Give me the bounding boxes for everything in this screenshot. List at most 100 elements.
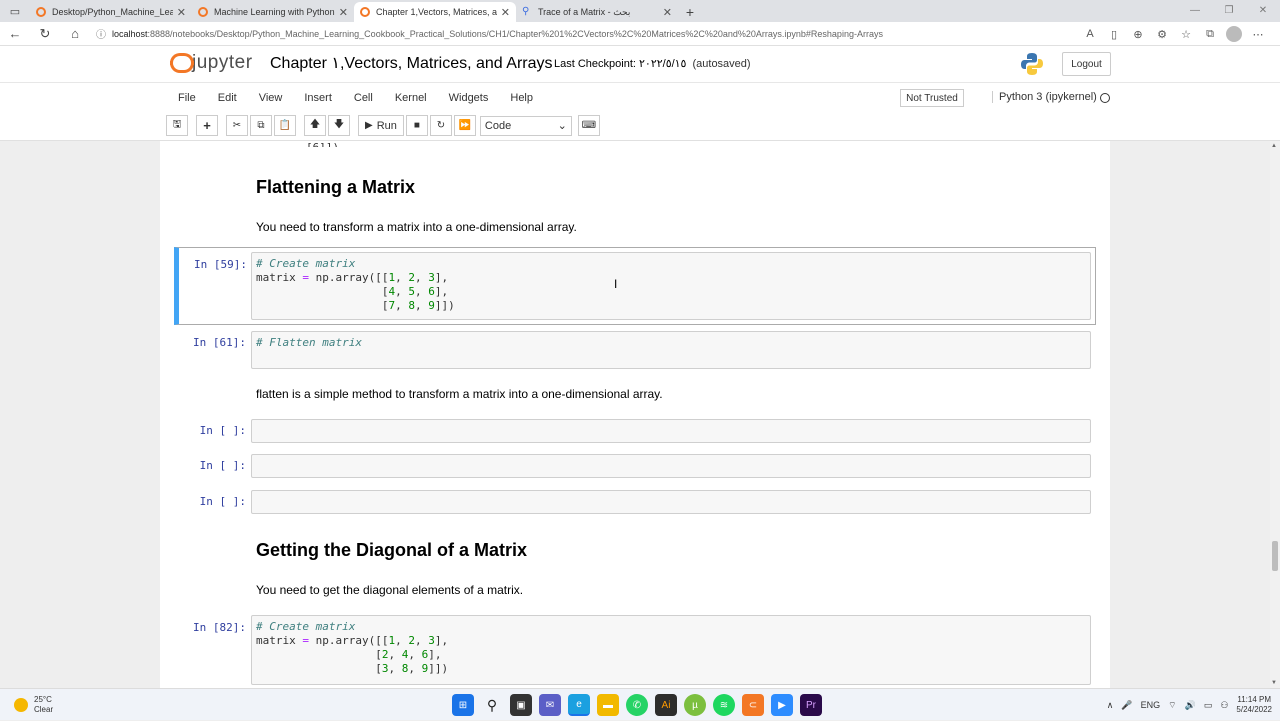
zoom-icon[interactable]: ⊕ bbox=[1126, 28, 1150, 41]
menu-file[interactable]: File bbox=[178, 92, 196, 104]
browser-tab-3[interactable]: Chapter 1,Vectors, Matrices, and ✕ bbox=[354, 2, 516, 22]
jupyter-icon bbox=[198, 7, 208, 17]
minimize-icon[interactable]: — bbox=[1178, 0, 1212, 22]
home-icon[interactable]: ⌂ bbox=[60, 26, 90, 41]
restart-run-all-icon[interactable]: ⏩ bbox=[453, 115, 476, 136]
spotify-icon[interactable]: ≋ bbox=[713, 694, 735, 716]
close-icon[interactable]: ✕ bbox=[177, 6, 186, 19]
read-aloud-icon[interactable]: A bbox=[1078, 28, 1102, 40]
menu-insert[interactable]: Insert bbox=[304, 92, 332, 104]
search-icon[interactable]: ⚲ bbox=[481, 694, 503, 716]
code-input[interactable] bbox=[251, 490, 1091, 514]
premiere-icon[interactable]: Pr bbox=[800, 694, 822, 716]
weather-widget[interactable]: 25°C Clear bbox=[14, 695, 53, 715]
code-cell-82[interactable]: In [82]: # Create matrix matrix = np.arr… bbox=[174, 615, 1096, 685]
network-app-icon[interactable]: ⚇ bbox=[1220, 700, 1228, 711]
save-icon[interactable]: 🖫 bbox=[166, 115, 188, 136]
restore-icon[interactable]: ❐ bbox=[1212, 0, 1246, 22]
copy-icon[interactable]: ⧉ bbox=[250, 115, 272, 136]
trust-indicator[interactable]: Not Trusted bbox=[900, 89, 964, 107]
jupyter-logo[interactable]: jupyter bbox=[170, 52, 253, 74]
interrupt-icon[interactable]: ■ bbox=[405, 115, 428, 136]
more-menu-icon[interactable]: ⋯ bbox=[1246, 28, 1270, 41]
code-cell-empty[interactable]: In [ ]: bbox=[174, 490, 1096, 514]
close-icon[interactable]: ✕ bbox=[501, 6, 510, 19]
reader-view-icon[interactable]: ▯ bbox=[1102, 28, 1126, 41]
search-icon: ⚲ bbox=[522, 6, 530, 17]
jupyter-logo-icon bbox=[170, 53, 194, 73]
illustrator-icon[interactable]: Ai bbox=[655, 694, 677, 716]
code-cell-empty[interactable]: In [ ]: bbox=[174, 454, 1096, 478]
scroll-up-icon[interactable]: ▲ bbox=[1271, 143, 1277, 149]
close-window-icon[interactable]: ✕ bbox=[1246, 0, 1280, 22]
info-icon[interactable]: ⓘ bbox=[96, 26, 112, 41]
run-button[interactable]: ▶ Run bbox=[358, 115, 404, 136]
jupyter-app-icon[interactable]: ⊂ bbox=[742, 694, 764, 716]
back-icon[interactable]: ← bbox=[0, 26, 30, 41]
close-icon[interactable]: ✕ bbox=[663, 6, 672, 19]
code-input[interactable]: # Create matrix matrix = np.array([[1, 2… bbox=[251, 252, 1091, 320]
weather-temp: 25°C bbox=[34, 695, 52, 704]
code-cell-empty[interactable]: In [ ]: bbox=[174, 419, 1096, 443]
profile-avatar[interactable] bbox=[1226, 26, 1242, 42]
logout-button[interactable]: Logout bbox=[1062, 52, 1111, 76]
collections-icon[interactable]: ⧉ bbox=[1198, 28, 1222, 41]
favorites-star-icon[interactable]: ☆ bbox=[1174, 28, 1198, 41]
close-icon[interactable]: ✕ bbox=[339, 6, 348, 19]
cell-prompt: In [61]: bbox=[193, 336, 246, 349]
whatsapp-icon[interactable]: ✆ bbox=[626, 694, 648, 716]
menu-widgets[interactable]: Widgets bbox=[449, 92, 489, 104]
cell-type-select[interactable]: Code ⌄ bbox=[479, 115, 572, 136]
language-indicator[interactable]: ENG bbox=[1141, 700, 1161, 710]
scrollbar-thumb[interactable] bbox=[1272, 541, 1278, 571]
volume-icon[interactable]: 🔊 bbox=[1185, 700, 1196, 711]
file-explorer-icon[interactable]: ▬ bbox=[597, 694, 619, 716]
refresh-icon[interactable]: ↻ bbox=[30, 26, 60, 42]
cut-icon[interactable]: ✂ bbox=[226, 115, 248, 136]
scroll-down-icon[interactable]: ▼ bbox=[1271, 680, 1277, 686]
paste-icon[interactable]: 📋 bbox=[274, 115, 296, 136]
wifi-icon[interactable]: ⌔ bbox=[1168, 700, 1176, 711]
cell-prompt: In [59]: bbox=[194, 258, 247, 271]
code-cell-59[interactable]: In [59]: # Create matrix matrix = np.arr… bbox=[174, 247, 1096, 325]
checkpoint-label: Last Checkpoint: ٢٠٢٢/٥/١٥ bbox=[554, 58, 687, 70]
browser-tab-1[interactable]: Desktop/Python_Machine_Learni ✕ bbox=[30, 2, 192, 22]
extensions-icon[interactable]: ⚙ bbox=[1150, 28, 1174, 41]
code-input[interactable] bbox=[251, 419, 1091, 443]
move-down-icon[interactable]: 🡇 bbox=[328, 115, 350, 136]
insert-cell-icon[interactable]: + bbox=[196, 115, 218, 136]
utorrent-icon[interactable]: µ bbox=[684, 694, 706, 716]
menu-view[interactable]: View bbox=[259, 92, 283, 104]
start-icon[interactable]: ⊞ bbox=[452, 694, 474, 716]
url-field[interactable]: ⓘ localhost:8888/notebooks/Desktop/Pytho… bbox=[96, 24, 1016, 44]
menu-cell[interactable]: Cell bbox=[354, 92, 373, 104]
move-up-icon[interactable]: 🡅 bbox=[304, 115, 326, 136]
notebook-area[interactable]: [6]]) Flattening a Matrix You need to tr… bbox=[0, 141, 1270, 688]
menu-edit[interactable]: Edit bbox=[218, 92, 237, 104]
chat-icon[interactable]: ✉ bbox=[539, 694, 561, 716]
code-comment: # Flatten matrix bbox=[256, 336, 362, 349]
restart-icon[interactable]: ↻ bbox=[429, 115, 452, 136]
menu-help[interactable]: Help bbox=[510, 92, 533, 104]
notebook-title[interactable]: Chapter ١,Vectors, Matrices, and Arrays bbox=[270, 53, 553, 73]
battery-icon[interactable]: ▭ bbox=[1204, 700, 1213, 711]
scrollbar[interactable]: ▲ ▼ bbox=[1270, 141, 1280, 688]
browser-tab-4[interactable]: ⚲ Trace of a Matrix - بحث ✕ bbox=[516, 2, 678, 22]
microphone-icon[interactable]: 🎤 bbox=[1121, 700, 1132, 711]
new-tab-button[interactable]: + bbox=[678, 2, 702, 22]
chevron-up-icon[interactable]: ∧ bbox=[1107, 700, 1114, 711]
code-cell-61[interactable]: In [61]: # Flatten matrix bbox=[174, 331, 1096, 371]
keyboard-icon[interactable]: ⌨ bbox=[577, 115, 600, 136]
task-view-icon[interactable]: ▣ bbox=[510, 694, 532, 716]
notebook-toolbar: 🖫 + ✂ ⧉ 📋 🡅 🡇 ▶ Run ■ ↻ ⏩ Code ⌄ ⌨ bbox=[0, 112, 1280, 141]
code-input[interactable] bbox=[251, 454, 1091, 478]
code-input[interactable]: # Flatten matrix bbox=[251, 331, 1091, 369]
clock[interactable]: 11:14 PM 5/24/2022 bbox=[1236, 695, 1272, 715]
browser-tab-2[interactable]: Machine Learning with Python C ✕ bbox=[192, 2, 354, 22]
code-input[interactable]: # Create matrix matrix = np.array([[1, 2… bbox=[251, 615, 1091, 685]
menu-kernel[interactable]: Kernel bbox=[395, 92, 427, 104]
edge-icon[interactable]: e bbox=[568, 694, 590, 716]
tab-actions-icon[interactable]: ▭ bbox=[0, 0, 30, 22]
zoom-app-icon[interactable]: ▶ bbox=[771, 694, 793, 716]
weather-condition: Clear bbox=[34, 705, 54, 714]
